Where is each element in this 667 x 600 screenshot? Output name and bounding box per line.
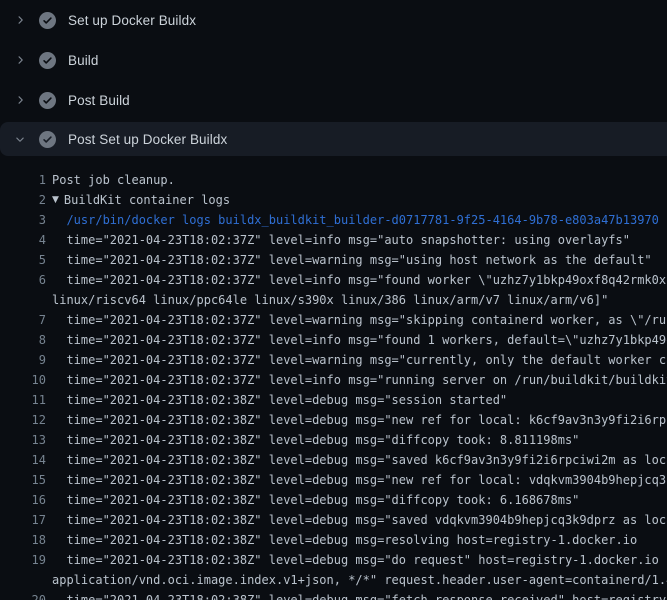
- log-line-text: time="2021-04-23T18:02:38Z" level=debug …: [52, 510, 667, 530]
- check-circle-icon: [39, 52, 56, 69]
- step-header-post-set-up-docker-buildx[interactable]: Post Set up Docker Buildx: [0, 122, 667, 156]
- log-line-number[interactable]: 2: [0, 190, 46, 210]
- log-area: 1 Post job cleanup. 2 ▼BuildKit containe…: [0, 156, 667, 600]
- log-line: 14 time="2021-04-23T18:02:38Z" level=deb…: [0, 450, 667, 470]
- log-line-number[interactable]: 16: [0, 490, 46, 510]
- log-line-number[interactable]: 14: [0, 450, 46, 470]
- log-line-text: time="2021-04-23T18:02:37Z" level=info m…: [52, 270, 667, 290]
- log-line: 15 time="2021-04-23T18:02:38Z" level=deb…: [0, 470, 667, 490]
- step-list: Set up Docker Buildx Build Post Build Po…: [0, 0, 667, 156]
- chevron-down-icon: [14, 131, 30, 147]
- log-line: 10 time="2021-04-23T18:02:37Z" level=inf…: [0, 370, 667, 390]
- log-line: 4 time="2021-04-23T18:02:37Z" level=info…: [0, 230, 667, 250]
- check-circle-icon: [39, 12, 56, 29]
- actions-log-viewer: Set up Docker Buildx Build Post Build Po…: [0, 0, 667, 600]
- group-caret-icon: ▼: [52, 190, 59, 210]
- chevron-right-icon: [14, 92, 30, 108]
- log-line-text: application/vnd.oci.image.index.v1+json,…: [52, 570, 667, 590]
- log-line: 17 time="2021-04-23T18:02:38Z" level=deb…: [0, 510, 667, 530]
- log-group-line[interactable]: 2 ▼BuildKit container logs: [0, 190, 667, 210]
- log-command-line: 3 /usr/bin/docker logs buildx_buildkit_b…: [0, 210, 667, 230]
- log-line-text: Post job cleanup.: [52, 170, 175, 190]
- log-line-text: /usr/bin/docker logs buildx_buildkit_bui…: [52, 210, 659, 230]
- log-line-number[interactable]: 18: [0, 530, 46, 550]
- log-line: 13 time="2021-04-23T18:02:38Z" level=deb…: [0, 430, 667, 450]
- log-line-text: BuildKit container logs: [64, 190, 230, 210]
- log-line: 20 time="2021-04-23T18:02:38Z" level=deb…: [0, 590, 667, 600]
- step-title: Post Build: [68, 93, 130, 108]
- step-header-set-up-docker-buildx[interactable]: Set up Docker Buildx: [0, 0, 667, 40]
- log-line-number[interactable]: 3: [0, 210, 46, 230]
- log-line-number[interactable]: 15: [0, 470, 46, 490]
- log-line-number[interactable]: 12: [0, 410, 46, 430]
- chevron-right-icon: [14, 12, 30, 28]
- log-line: 7 time="2021-04-23T18:02:37Z" level=warn…: [0, 310, 667, 330]
- log-line-number[interactable]: 9: [0, 350, 46, 370]
- log-line: 12 time="2021-04-23T18:02:38Z" level=deb…: [0, 410, 667, 430]
- check-circle-icon: [39, 92, 56, 109]
- log-line-text: time="2021-04-23T18:02:38Z" level=debug …: [52, 530, 637, 550]
- log-line-text: time="2021-04-23T18:02:38Z" level=debug …: [52, 430, 579, 450]
- log-line-text: time="2021-04-23T18:02:38Z" level=debug …: [52, 550, 667, 570]
- log-line-text: time="2021-04-23T18:02:38Z" level=debug …: [52, 410, 667, 430]
- log-line: 1 Post job cleanup.: [0, 170, 667, 190]
- log-line-number[interactable]: 20: [0, 590, 46, 600]
- log-line-number[interactable]: 8: [0, 330, 46, 350]
- log-line-text: time="2021-04-23T18:02:38Z" level=debug …: [52, 450, 667, 470]
- log-line-number[interactable]: 1: [0, 170, 46, 190]
- log-line-text: time="2021-04-23T18:02:38Z" level=debug …: [52, 490, 579, 510]
- log-line-number[interactable]: 11: [0, 390, 46, 410]
- check-circle-icon: [39, 131, 56, 148]
- log-line: 5 time="2021-04-23T18:02:37Z" level=warn…: [0, 250, 667, 270]
- log-line: 16 time="2021-04-23T18:02:38Z" level=deb…: [0, 490, 667, 510]
- log-line: 9 time="2021-04-23T18:02:37Z" level=warn…: [0, 350, 667, 370]
- log-line-text: time="2021-04-23T18:02:38Z" level=debug …: [52, 590, 667, 600]
- log-line-number[interactable]: 7: [0, 310, 46, 330]
- log-line-number[interactable]: 17: [0, 510, 46, 530]
- log-line: linux/riscv64 linux/ppc64le linux/s390x …: [0, 290, 667, 310]
- log-line-text: time="2021-04-23T18:02:37Z" level=info m…: [52, 230, 630, 250]
- log-line: 8 time="2021-04-23T18:02:37Z" level=info…: [0, 330, 667, 350]
- log-line-text: time="2021-04-23T18:02:37Z" level=warnin…: [52, 250, 652, 270]
- log-line-text: time="2021-04-23T18:02:37Z" level=info m…: [52, 370, 667, 390]
- log-line-text: linux/riscv64 linux/ppc64le linux/s390x …: [52, 290, 608, 310]
- step-title: Post Set up Docker Buildx: [68, 132, 227, 147]
- log-line: 19 time="2021-04-23T18:02:38Z" level=deb…: [0, 550, 667, 570]
- log-line-text: time="2021-04-23T18:02:38Z" level=debug …: [52, 390, 507, 410]
- log-line: 6 time="2021-04-23T18:02:37Z" level=info…: [0, 270, 667, 290]
- chevron-right-icon: [14, 52, 30, 68]
- log-line-number[interactable]: 4: [0, 230, 46, 250]
- log-line: 18 time="2021-04-23T18:02:38Z" level=deb…: [0, 530, 667, 550]
- log-line-number[interactable]: 6: [0, 270, 46, 290]
- log-line-number[interactable]: 13: [0, 430, 46, 450]
- log-line-text: time="2021-04-23T18:02:37Z" level=info m…: [52, 330, 667, 350]
- log-line: application/vnd.oci.image.index.v1+json,…: [0, 570, 667, 590]
- log-line-text: time="2021-04-23T18:02:38Z" level=debug …: [52, 470, 667, 490]
- step-title: Set up Docker Buildx: [68, 13, 196, 28]
- log-line-number[interactable]: 5: [0, 250, 46, 270]
- step-title: Build: [68, 53, 99, 68]
- step-header-build[interactable]: Build: [0, 40, 667, 80]
- log-line-number[interactable]: 19: [0, 550, 46, 570]
- log-line-text: time="2021-04-23T18:02:37Z" level=warnin…: [52, 350, 667, 370]
- log-line-text: time="2021-04-23T18:02:37Z" level=warnin…: [52, 310, 667, 330]
- step-header-post-build[interactable]: Post Build: [0, 80, 667, 120]
- log-line: 11 time="2021-04-23T18:02:38Z" level=deb…: [0, 390, 667, 410]
- log-line-number[interactable]: 10: [0, 370, 46, 390]
